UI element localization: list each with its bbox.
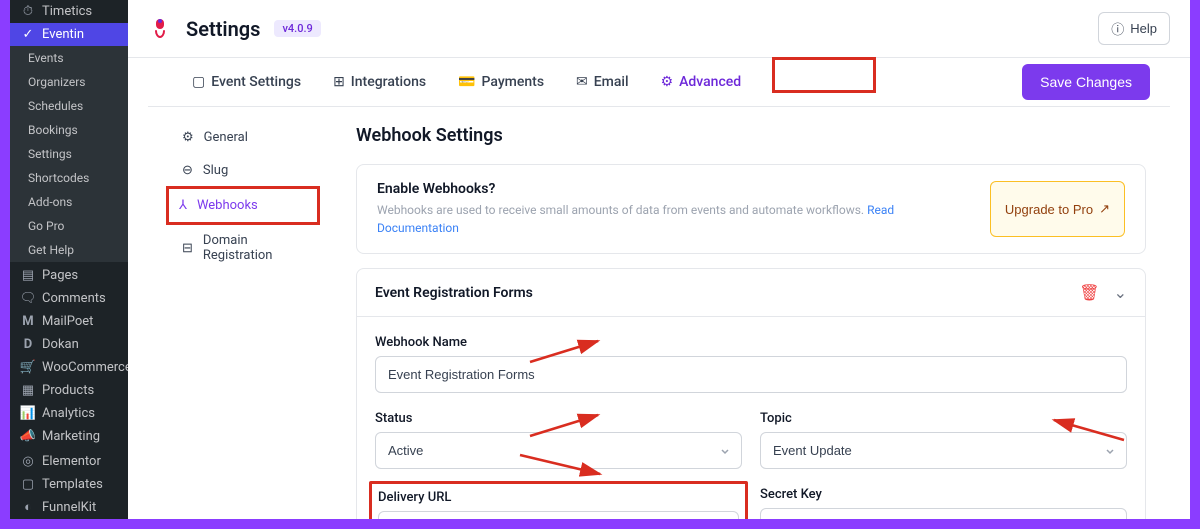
advanced-icon: ⚙ [661, 74, 674, 90]
secret-key-input[interactable] [760, 508, 1127, 519]
sidebar-item-mailpoet[interactable]: MMailPoet [10, 310, 128, 333]
secret-key-label: Secret Key [760, 487, 1127, 502]
enable-webhooks-card: Enable Webhooks? Webhooks are used to re… [356, 164, 1146, 254]
general-icon: ⚙ [182, 130, 194, 145]
annotation-highlight-box: Delivery URL [369, 481, 748, 519]
event-settings-icon: ▢ [192, 74, 205, 90]
sidebar-item-funnelkit[interactable]: ◐FunnelKit [10, 496, 128, 519]
sidebar-item-dokan[interactable]: DDokan [10, 333, 128, 356]
sidebar-item-timetics[interactable]: ⏱Timetics [10, 0, 128, 23]
main-panel: Settings v4.0.9 ⓘ Help ▢Event Settings ⊞… [128, 0, 1190, 519]
sidebar-sub-settings[interactable]: Settings [10, 142, 128, 166]
tab-bar: ▢Event Settings ⊞Integrations 💳Payments … [148, 58, 1170, 107]
sidebar-item-eventin[interactable]: ✓Eventin [10, 23, 128, 46]
sidebar-item-comments[interactable]: 🗨Comments [10, 287, 128, 310]
tab-payments[interactable]: 💳Payments [454, 58, 548, 106]
tab-event-settings[interactable]: ▢Event Settings [188, 58, 305, 106]
help-icon: ⓘ [1111, 19, 1124, 38]
sidebar-sub-shortcodes[interactable]: Shortcodes [10, 166, 128, 190]
sidebar-sub-bookings[interactable]: Bookings [10, 118, 128, 142]
app-logo-icon [148, 17, 172, 41]
sidebar-item-woocommerce[interactable]: 🛒WooCommerce [10, 356, 128, 379]
sidebar-item-templates[interactable]: ▢Templates [10, 473, 128, 496]
integrations-icon: ⊞ [333, 74, 345, 90]
delivery-url-input[interactable] [378, 511, 739, 519]
analytics-icon: 📊 [20, 406, 36, 422]
webhooks-icon: ⅄ [179, 198, 187, 213]
delete-icon[interactable]: 🗑 [1079, 283, 1099, 302]
elementor-icon: ◎ [20, 453, 36, 469]
webhook-form-accordion: Event Registration Forms 🗑 ⌄ Webhook Nam… [356, 268, 1146, 519]
sidebar-sub-addons[interactable]: Add-ons [10, 190, 128, 214]
sidebar-item-pages[interactable]: ▤Pages [10, 264, 128, 287]
sidebar-item-marketing[interactable]: 📣Marketing [10, 425, 128, 448]
sidebar-sub-events[interactable]: Events [10, 46, 128, 70]
top-bar: Settings v4.0.9 ⓘ Help [128, 0, 1190, 58]
sidebar-sub-schedules[interactable]: Schedules [10, 94, 128, 118]
topic-label: Topic [760, 411, 1127, 426]
enable-description: Webhooks are used to receive small amoun… [377, 201, 970, 237]
annotation-highlight-box: ⅄Webhooks [166, 186, 320, 225]
payments-icon: 💳 [458, 74, 475, 90]
sidebar-sub-gethelp[interactable]: Get Help [10, 238, 128, 262]
content-area: Webhook Settings Enable Webhooks? Webhoo… [326, 107, 1170, 519]
tab-advanced[interactable]: ⚙Advanced [657, 58, 746, 106]
upgrade-to-pro-button[interactable]: Upgrade to Pro↗ [990, 181, 1125, 237]
delivery-url-label: Delivery URL [378, 490, 739, 505]
wp-admin-sidebar: ⏱Timetics ✓Eventin Events Organizers Sch… [10, 0, 128, 519]
tab-integrations[interactable]: ⊞Integrations [329, 58, 430, 106]
products-icon: ▦ [20, 383, 36, 399]
sidebar-item-analytics[interactable]: 📊Analytics [10, 402, 128, 425]
webhook-name-label: Webhook Name [375, 335, 1127, 350]
status-select[interactable]: Active [375, 432, 742, 469]
submenu-general[interactable]: ⚙General [172, 121, 316, 154]
domain-icon: ⊟ [182, 241, 193, 256]
save-changes-button[interactable]: Save Changes [1022, 64, 1150, 100]
status-label: Status [375, 411, 742, 426]
version-badge: v4.0.9 [274, 20, 320, 37]
timetics-icon: ⏱ [20, 4, 36, 20]
dokan-icon: D [20, 336, 36, 352]
topic-select[interactable]: Event Update [760, 432, 1127, 469]
mailpoet-icon: M [20, 313, 36, 329]
page-title: Settings [186, 17, 260, 41]
submenu-webhooks[interactable]: ⅄Webhooks [169, 189, 317, 222]
section-title: Webhook Settings [356, 125, 1146, 146]
settings-submenu: ⚙General ⊖Slug ⅄Webhooks ⊟Domain Registr… [148, 107, 326, 519]
email-icon: ✉ [576, 74, 588, 90]
woo-icon: 🛒 [20, 359, 36, 375]
accordion-header[interactable]: Event Registration Forms 🗑 ⌄ [357, 269, 1145, 317]
pages-icon: ▤ [20, 267, 36, 283]
marketing-icon: 📣 [20, 429, 36, 445]
submenu-domain-registration[interactable]: ⊟Domain Registration [172, 224, 316, 272]
comments-icon: 🗨 [20, 290, 36, 306]
webhook-name-input[interactable] [375, 356, 1127, 393]
enable-title: Enable Webhooks? [377, 181, 970, 197]
accordion-title: Event Registration Forms [375, 285, 1079, 301]
eventin-icon: ✓ [20, 27, 36, 43]
sidebar-item-elementor[interactable]: ◎Elementor [10, 450, 128, 473]
sidebar-item-products[interactable]: ▦Products [10, 379, 128, 402]
sidebar-sub-gopro[interactable]: Go Pro [10, 214, 128, 238]
templates-icon: ▢ [20, 476, 36, 492]
chevron-down-icon[interactable]: ⌄ [1114, 283, 1127, 302]
arrow-icon: ↗ [1099, 201, 1110, 217]
tab-email[interactable]: ✉Email [572, 58, 633, 106]
slug-icon: ⊖ [182, 163, 193, 178]
help-button[interactable]: ⓘ Help [1098, 12, 1170, 45]
sidebar-sub-organizers[interactable]: Organizers [10, 70, 128, 94]
funnelkit-icon: ◐ [20, 499, 36, 515]
submenu-slug[interactable]: ⊖Slug [172, 154, 316, 187]
